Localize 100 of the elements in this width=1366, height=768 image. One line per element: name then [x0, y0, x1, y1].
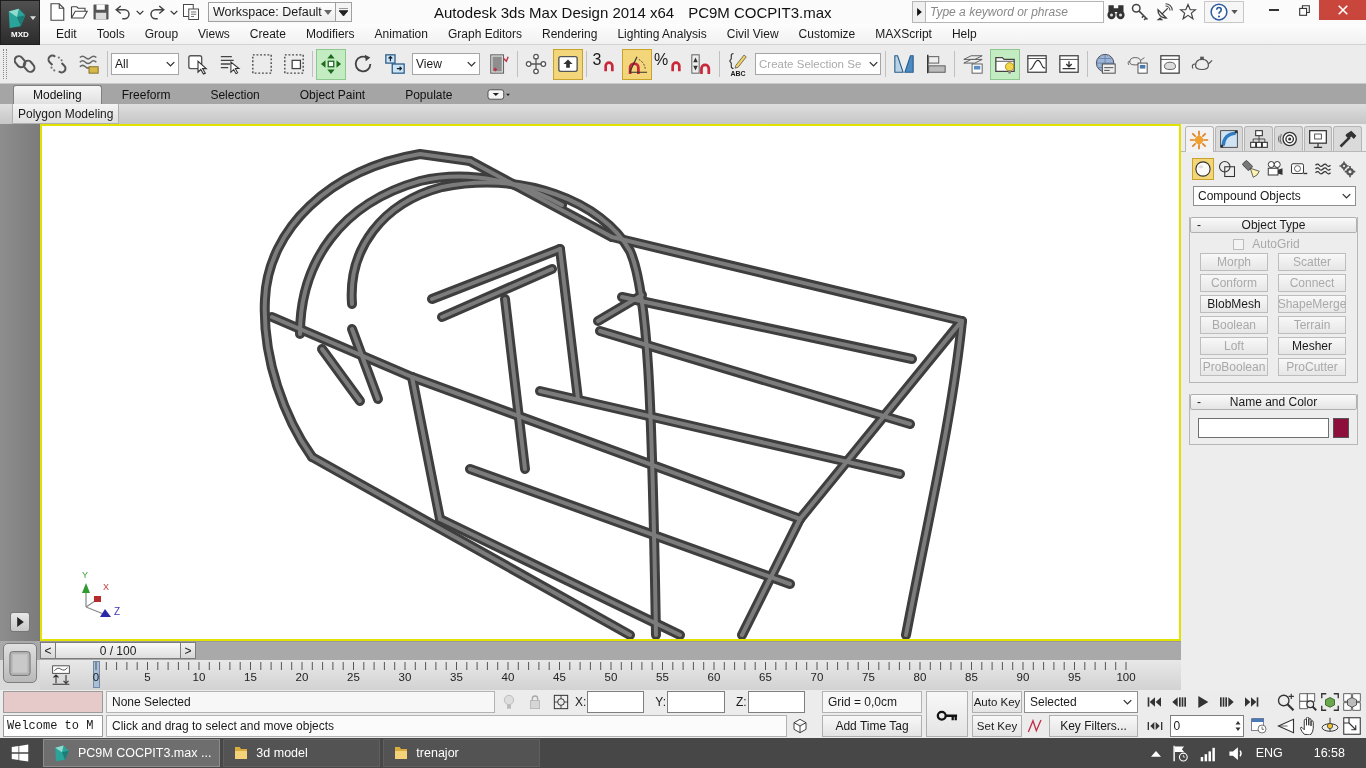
show-hidden-icons-button[interactable] [1150, 749, 1161, 757]
target-rings-icon [1278, 129, 1299, 149]
frame-label: 85 [965, 672, 978, 684]
customize-button[interactable] [336, 2, 352, 22]
windows-logo-icon [11, 744, 29, 762]
key-set-dropdown[interactable]: Selected [1024, 691, 1138, 713]
coordinate-field[interactable] [587, 691, 645, 713]
cubes-grid-button[interactable] [1341, 691, 1363, 713]
input-language[interactable]: ENG [1255, 746, 1283, 760]
utilities-tab[interactable] [1333, 126, 1363, 151]
align-icon [925, 53, 947, 75]
ribbon-tab[interactable]: Object Paint [279, 85, 386, 104]
coordinate-field[interactable] [667, 691, 726, 713]
isolate-button[interactable] [792, 718, 808, 734]
menu-item[interactable]: Modifiers [295, 24, 365, 44]
add-time-tag-button[interactable]: Add Time Tag [822, 715, 922, 737]
wave-box-icon [78, 53, 100, 75]
time-slider-track[interactable]: < 0 / 100 > [40, 641, 1181, 660]
menu-item[interactable]: Customize [788, 24, 866, 44]
coordinate-label: X: [575, 695, 587, 709]
cube-outline-icon [792, 718, 808, 734]
time-slider-thumb[interactable]: 0 / 100 [56, 642, 180, 659]
object-type-button[interactable]: BlobMesh [1200, 295, 1268, 313]
hand-icon [1299, 717, 1317, 735]
display-tab[interactable] [1303, 126, 1333, 151]
expand-search-button[interactable] [912, 1, 925, 23]
shapes-button[interactable] [1216, 158, 1238, 180]
menu-item[interactable]: Animation [364, 24, 438, 44]
set-keys-button[interactable] [926, 691, 968, 737]
camera-icon [1266, 160, 1284, 178]
ribbon-tab[interactable]: Freeform [101, 85, 191, 104]
next-frame-button[interactable]: > [180, 642, 196, 659]
geometry-button[interactable] [1192, 158, 1214, 180]
toolbar-dropdown[interactable]: All [111, 53, 179, 75]
help-button[interactable] [1204, 1, 1244, 23]
grid-size: Grid = 0,0cm [822, 691, 922, 713]
ribbon-menu-button[interactable] [486, 88, 511, 100]
rollout-header[interactable]: - Name and Color [1190, 394, 1357, 410]
viewport[interactable]: Y X Z [40, 124, 1181, 641]
curve-editor-toggle-icon [51, 665, 71, 685]
ribbon-panel-tab[interactable]: Polygon Modeling [12, 104, 120, 124]
rollout-header[interactable]: - Object Type [1190, 217, 1357, 233]
snap-button[interactable]: 3 [590, 48, 620, 80]
viewport-layout-button[interactable] [3, 643, 37, 683]
menu-item[interactable]: Help [941, 24, 987, 44]
set-key-button[interactable]: Set Key [972, 715, 1022, 737]
hierarchy-tab[interactable] [1244, 126, 1273, 151]
lights-button[interactable] [1240, 158, 1262, 180]
zoom-grid-button[interactable] [1297, 691, 1319, 713]
modify-tab[interactable] [1214, 126, 1244, 151]
clock[interactable]: 16:58 [1313, 746, 1345, 760]
key-filters-button[interactable]: Key Filters... [1049, 715, 1138, 737]
move-button[interactable] [316, 48, 346, 80]
motion-tab[interactable] [1274, 126, 1303, 151]
maximize-button[interactable] [1341, 715, 1363, 737]
expand-button[interactable] [10, 612, 30, 632]
close-icon [1337, 5, 1348, 15]
color-swatch[interactable] [1333, 418, 1349, 438]
ribbon-tab[interactable]: Modeling [13, 85, 102, 104]
menu-item[interactable]: Civil View [716, 24, 789, 44]
previous-frame-button[interactable]: < [40, 642, 56, 659]
menu-item[interactable]: Group [134, 24, 189, 44]
frame-label: 10 [192, 672, 206, 684]
object-class-dropdown[interactable]: Compound Objects [1193, 186, 1356, 206]
auto-key-button[interactable]: Auto Key [972, 691, 1022, 713]
menu-item[interactable]: Lighting Analysis [607, 24, 717, 44]
application-button[interactable]: MXD [0, 0, 40, 45]
zoom-in-button[interactable] [1275, 691, 1297, 713]
cube-frame-button[interactable] [1319, 691, 1341, 713]
menu-item[interactable]: MAXScript [865, 24, 942, 44]
menu-item[interactable]: Tools [86, 24, 135, 44]
menu-item[interactable]: Graph Editors [437, 24, 532, 44]
project-folder-button[interactable] [180, 1, 202, 23]
keyboard-shortcut-button[interactable] [553, 48, 583, 80]
coordinate-field[interactable] [747, 691, 805, 713]
toolbar-dropdown[interactable]: View [412, 53, 480, 75]
minimize-icon [1269, 9, 1279, 11]
search-field[interactable]: Type a keyword or phrase [925, 1, 1104, 23]
caret-icon [136, 9, 144, 15]
object-type-button[interactable]: Mesher [1278, 337, 1346, 355]
menu-item[interactable]: Create [239, 24, 296, 44]
taskbar-button[interactable]: trenajor [383, 739, 541, 767]
menu-item[interactable]: Views [188, 24, 240, 44]
percent-snap-button[interactable]: % [654, 48, 684, 80]
workspace-dropdown[interactable]: Workspace: Default [208, 2, 336, 22]
selection-info: None Selected [106, 691, 495, 713]
ribbon-tab[interactable]: Selection [190, 85, 280, 104]
taskbar-button[interactable]: 3d model [223, 739, 381, 767]
favorites-button[interactable] [1176, 1, 1200, 23]
dashed-box-icon [283, 53, 305, 75]
taskbar-button[interactable]: PC9M COCPIT3.max ... [43, 739, 221, 767]
scene-explorer-button[interactable] [990, 48, 1020, 80]
maxscript-input-field[interactable] [3, 691, 103, 713]
angle-snap-button[interactable] [622, 48, 652, 80]
menu-item[interactable]: Edit [46, 24, 87, 44]
name-field[interactable] [1198, 418, 1329, 438]
ribbon-tab[interactable]: Populate [385, 85, 473, 104]
menu-item[interactable]: Rendering [532, 24, 608, 44]
frame-field[interactable]: 0 [1169, 715, 1245, 737]
zigzag-curve-icon [1027, 718, 1043, 734]
